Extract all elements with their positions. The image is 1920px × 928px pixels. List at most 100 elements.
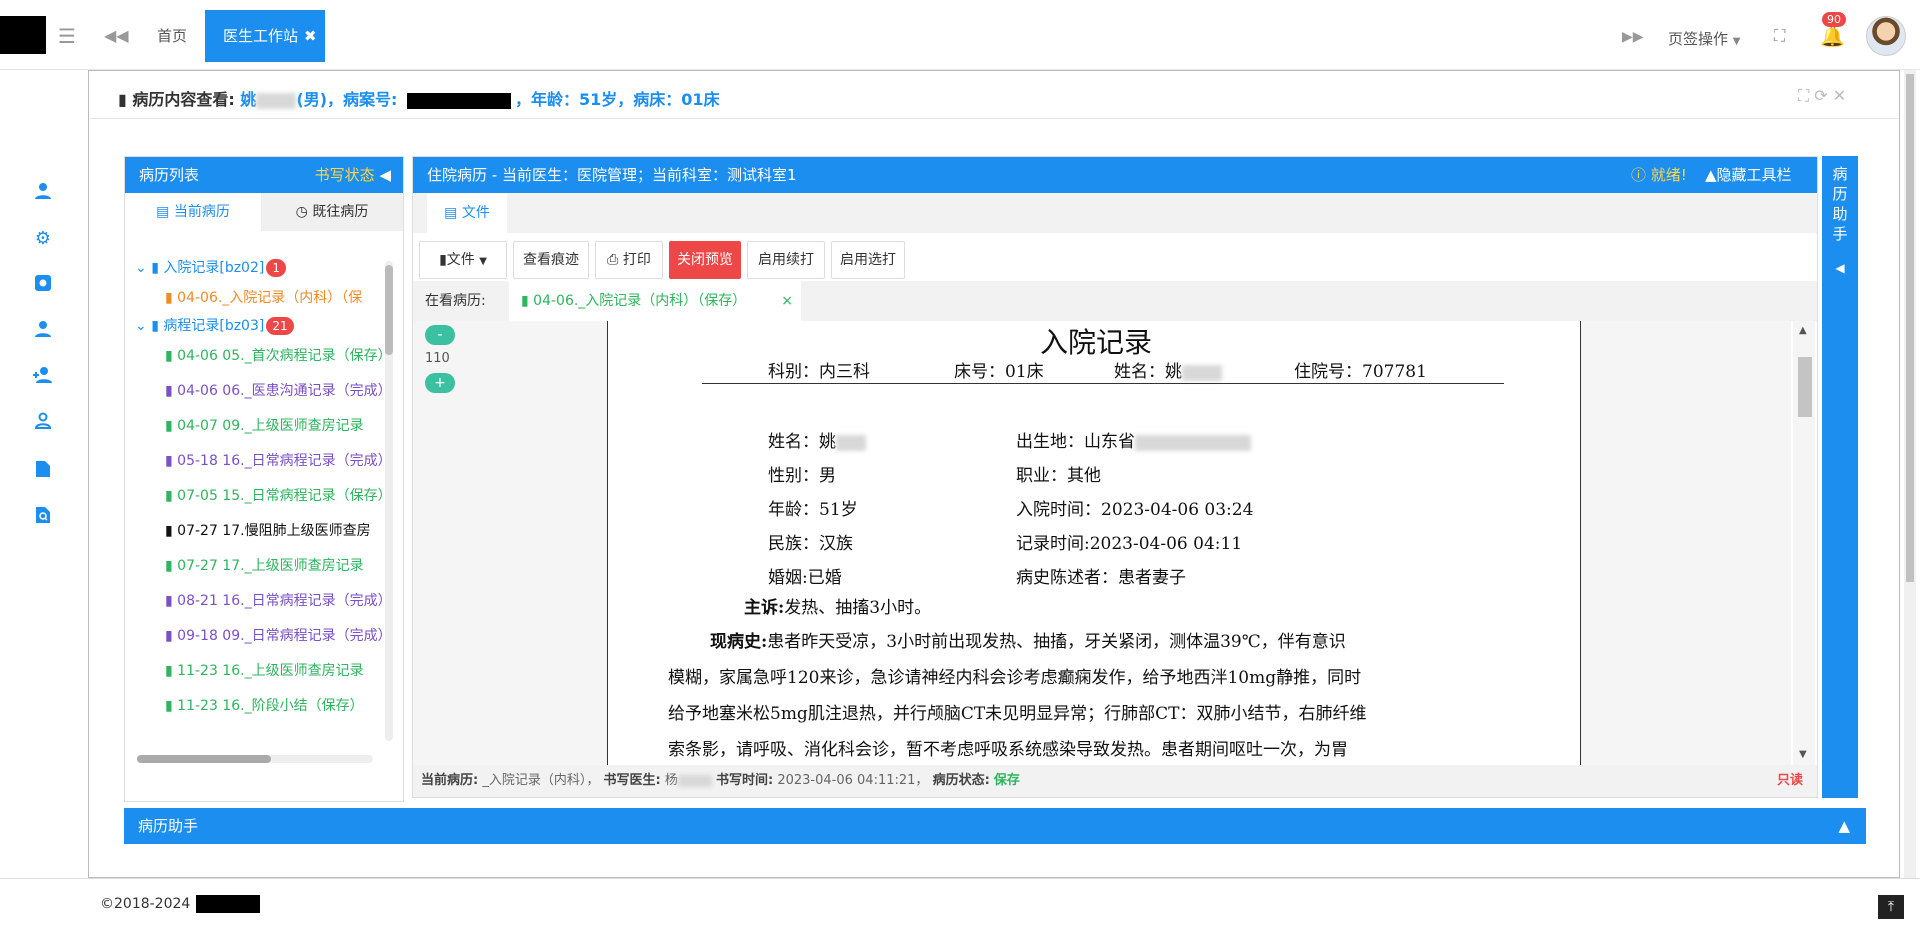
assistant-side-char: 手 [1832,225,1848,243]
top-navbar: ☰ ◀◀ 首页 医生工作站 ✖ ▶▶ 页签操作 ▼ ⛶ 🔔 90 [0,0,1920,70]
print-label: 打印 [622,252,651,268]
list-item[interactable]: ▮ 07-05 15._日常病程记录（保存） [165,483,391,509]
user-icon[interactable] [32,320,54,342]
continue-print-button[interactable]: 启用续打 [747,241,825,279]
expand-icon[interactable]: ⛶ [1798,86,1809,105]
fullscreen-icon[interactable]: ⛶ [1774,28,1785,44]
user-outline-icon[interactable] [32,412,54,434]
view-trace-button[interactable]: 查看痕迹 [513,241,589,279]
scroll-up-arrow-icon[interactable]: ▲ [1799,325,1807,336]
list-item-label: 04-07 09._上级医师查房记录 [177,418,364,434]
list-item-label: 11-23 16._上级医师查房记录 [177,663,364,679]
birthplace-text: 出生地：山东省 [1016,432,1135,452]
header-rule [702,383,1504,384]
user-icon[interactable] [32,182,54,204]
tree-group-progress[interactable]: ⌄ ▮ 病程记录[bz03] 21 [135,313,391,339]
file-icon: ▮ [165,558,173,574]
assistant-bottom-label: 病历助手 [138,817,199,835]
close-icon[interactable]: ✖ [304,27,317,45]
file-icon: ▮ [165,383,173,399]
bell-icon[interactable]: 🔔 [1820,26,1845,46]
write-status-toggle[interactable]: 书写状态 ◀ [315,157,391,193]
list-item[interactable]: ▮ 04-06 06._医患沟通记录（完成） [165,378,391,404]
menu-icon[interactable]: ☰ [58,26,76,46]
list-item[interactable]: ▮ 05-18 16._日常病程记录（完成） [165,448,391,474]
close-preview-button[interactable]: 关闭预览 [669,241,741,279]
list-item-label: 08-21 16._日常病程记录（完成） [177,593,391,609]
page-gutter [1581,321,1791,765]
file-menu-button[interactable]: ▮文件 ▼ [419,241,507,279]
tab-viewing-record[interactable]: ▮ 04-06._入院记录（内科）（保存） × [509,281,801,321]
list-item[interactable]: ▮ 04-06._入院记录（内科）（保 [165,285,421,311]
narrator-field: 病史陈述者：患者妻子 [1016,568,1186,588]
close-icon[interactable]: ✕ [1833,86,1846,105]
file-icon: ▮ [165,418,173,434]
list-item[interactable]: ▮ 11-23 16._阶段小结（保存） [165,693,391,719]
tab-file[interactable]: ▤ 文件 [427,193,507,233]
user-add-icon[interactable] [32,366,54,388]
hospital-no-field: 住院号：707781 [1294,362,1427,382]
page-title: ▮ 病历内容查看: 姚 (男)，病案号: ，年龄：51岁，病床：01床 [118,86,720,110]
search-document-icon[interactable] [32,506,54,528]
info-icon: ⓘ [1631,166,1647,184]
record-list-header: 病历列表 书写状态 ◀ [125,157,403,193]
tab-past-records[interactable]: ◷ 既往病历 [261,193,403,231]
select-print-button[interactable]: 启用选打 [831,241,905,279]
file-icon: ▮ [165,488,173,504]
chevron-down-icon: ⌄ [135,318,147,334]
list-item[interactable]: ▮ 04-06 05._首次病程记录（保存） [165,343,391,369]
list-item[interactable]: ▮ 11-23 16._上级医师查房记录 [165,658,391,684]
tab-home[interactable]: 首页 [140,10,204,62]
gear-icon[interactable]: ⚙ [32,228,54,250]
zoom-out-button[interactable]: - [425,325,455,345]
scroll-thumb[interactable] [385,265,393,355]
list-item[interactable]: ▮ 09-18 09._日常病程记录（完成） [165,623,391,649]
document-icon[interactable] [32,460,54,482]
print-button[interactable]: ⎙ 打印 [595,241,663,279]
list-item-label: 04-06._入院记录（内科）（保 [177,290,363,306]
list-item[interactable]: ▮ 04-07 09._上级医师查房记录 [165,413,391,439]
list-item[interactable]: ▮ 07-27 17._上级医师查房记录 [165,553,391,579]
scroll-thumb[interactable] [1906,74,1914,582]
blurred-text [836,434,866,451]
backward-icon[interactable]: ◀◀ [104,28,129,44]
record-assistant-side-tab[interactable]: 病 历 助 手 ◀ [1822,156,1858,798]
scroll-down-arrow-icon[interactable]: ▼ [1799,749,1807,760]
record-assistant-bar[interactable]: 病历助手 ▲ [124,808,1866,844]
tab-doctor-workstation[interactable]: 医生工作站 ✖ [205,10,325,62]
back-to-top-button[interactable]: ⤒ [1878,895,1904,919]
tab-label: 医生工作站 [223,27,299,45]
list-item[interactable]: ▮ 07-27 17.慢阻肺上级医师查房 [165,518,391,544]
book-icon: ▮ [118,90,127,109]
scroll-thumb[interactable] [1798,357,1812,417]
file-icon: ▮ [165,698,173,714]
tab-past-label: 既往病历 [312,204,369,220]
vertical-scrollbar[interactable]: ▲ ▼ [1793,321,1815,765]
file-icon: ▮ [165,628,173,644]
scroll-thumb[interactable] [137,755,271,763]
settings-box-icon[interactable] [32,274,54,296]
document-title: 入院记录 [1040,326,1153,359]
tree-group-admission[interactable]: ⌄ ▮ 入院记录[bz02] 1 [135,255,391,281]
name-field: 姓名：姚 [768,427,866,452]
complaint-text: 发热、抽搐3小时。 [784,598,932,618]
close-icon[interactable]: × [781,281,793,321]
avatar[interactable] [1866,16,1906,56]
hide-toolbar-button[interactable]: ▲隐藏工具栏 [1705,157,1792,193]
copyright-text: ©2018-2024 [100,896,191,912]
horizontal-scrollbar[interactable] [137,755,373,763]
forward-icon[interactable]: ▶▶ [1622,30,1644,44]
record-list-tabs: ▤ 当前病历 ◷ 既往病历 [125,193,403,231]
list-item-label: 05-18 16._日常病程记录（完成） [177,453,391,469]
viewing-bar: 在看病历: ▮ 04-06._入院记录（内科）（保存） × [413,281,1817,321]
tab-current-records[interactable]: ▤ 当前病历 [125,193,261,231]
page-vertical-scrollbar[interactable] [1904,70,1916,878]
gender-field: 性别：男 [768,466,836,486]
list-item[interactable]: ▮ 08-21 16._日常病程记录（完成） [165,588,391,614]
panel-tools: ⛶ ⟳ ✕ [1798,86,1846,106]
vertical-scrollbar[interactable] [385,261,393,741]
zoom-in-button[interactable]: + [425,373,455,393]
refresh-icon[interactable]: ⟳ [1814,86,1827,105]
page-ops-dropdown[interactable]: 页签操作 ▼ [1668,28,1741,49]
status-value: 保存 [993,773,1020,788]
